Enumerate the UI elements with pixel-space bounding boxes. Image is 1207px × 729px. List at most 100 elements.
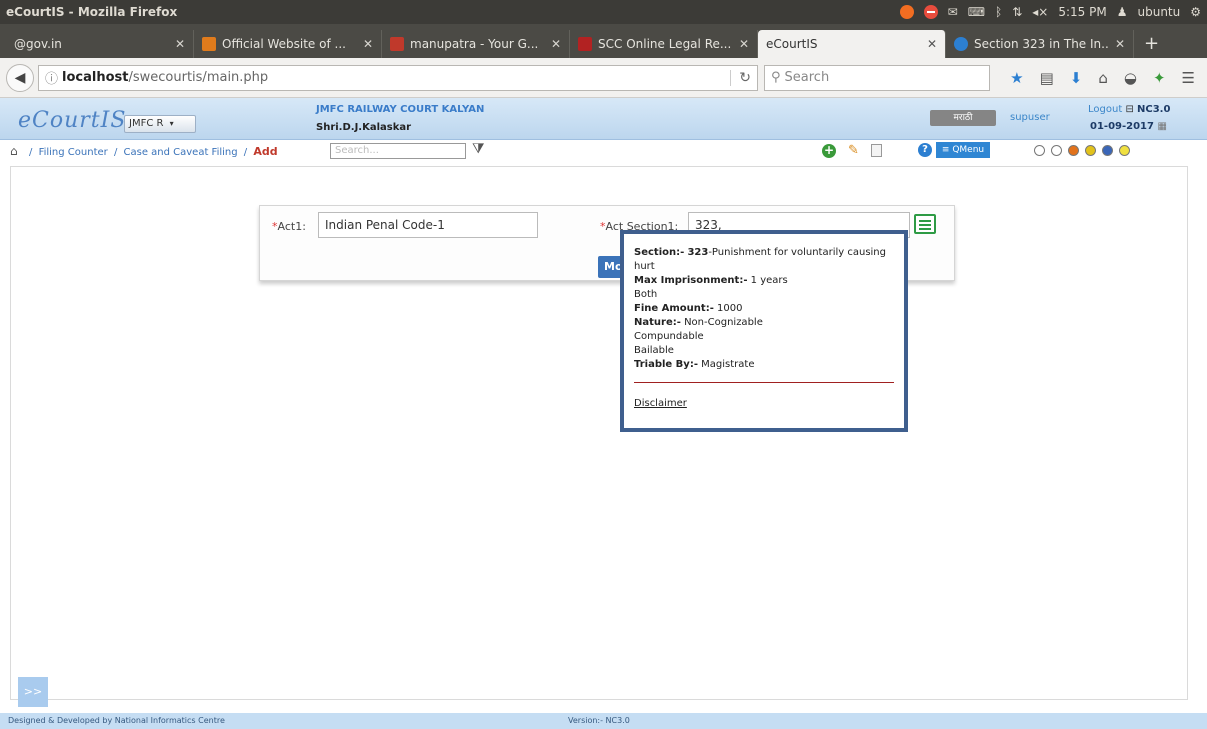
url-host: localhost [62,70,129,85]
info-icon[interactable]: ⓘ [45,68,58,87]
theme-circle-icon[interactable] [1085,145,1096,156]
document-icon[interactable] [870,144,882,157]
search-icon: ⚲ [771,70,781,85]
edit-pencil-icon[interactable]: ✎ [848,143,859,158]
close-icon[interactable]: ✕ [551,37,561,51]
action-icons: + ✎ [822,143,882,158]
site-favicon-icon [202,37,216,51]
breadcrumb: / Filing Counter / Case and Caveat Filin… [29,145,278,158]
logout-link[interactable]: Logout [1088,104,1122,115]
no-entry-icon[interactable] [923,5,938,19]
tab-strip: @gov.in ✕ Official Website of ... ✕ manu… [0,24,1207,58]
theme-circle-icon[interactable] [1102,145,1113,156]
menu-lines-icon: ≡ [941,145,950,155]
username: supuser [1010,112,1050,123]
tab-1[interactable]: Official Website of ... ✕ [194,30,382,58]
qmenu-button[interactable]: ≡ QMenu [936,142,990,158]
version-badge: NC3.0 [1137,104,1171,115]
divider [634,382,894,383]
tab-label: Official Website of ... [222,37,346,51]
theme-circle-icon[interactable] [1068,145,1079,156]
download-icon[interactable]: ⬇ [1070,69,1083,87]
keyboard-icon[interactable]: ⌨ [968,5,985,19]
sidebar-expand-button[interactable]: >> [18,677,48,707]
settings-gear-icon[interactable]: ⚙ [1190,5,1201,19]
search-placeholder: Search [784,70,830,85]
calendar-icon[interactable]: ▦ [1157,121,1166,132]
tab-5[interactable]: Section 323 in The In... ✕ [946,30,1134,58]
date-area: 01-09-2017 ▦ [1090,121,1167,132]
breadcrumb-current: Add [253,145,278,158]
close-icon[interactable]: ✕ [175,37,185,51]
url-bar[interactable]: ⓘ localhost /swecourtis/main.php ↻ [38,64,758,91]
tab-label: manupatra - Your G... [410,37,539,51]
mail-icon[interactable]: ✉ [948,5,958,19]
fine-line: Fine Amount:- 1000 [634,303,743,314]
tab-label: SCC Online Legal Re... [598,37,732,51]
site-favicon-icon [578,37,592,51]
court-name: JMFC RAILWAY COURT KALYAN [316,104,485,115]
search-bar[interactable]: ⚲ Search [764,64,990,91]
act-label: *Act1: [272,220,306,233]
both-line: Both [634,289,658,300]
court-select[interactable]: JMFC R ▾ [124,115,196,133]
tab-3[interactable]: SCC Online Legal Re... ✕ [570,30,758,58]
clock[interactable]: 5:15 PM [1058,5,1106,19]
triable-line: Triable By:- Magistrate [634,359,755,370]
close-icon[interactable]: ✕ [739,37,749,51]
close-icon[interactable]: ✕ [363,37,373,51]
footer-version: Version:- NC3.0 [568,716,630,725]
add-icon[interactable]: + [822,143,836,158]
breadcrumb-filing-counter[interactable]: Filing Counter [39,147,108,158]
hamburger-menu-icon[interactable]: ☰ [1182,69,1195,87]
disclaimer-link[interactable]: Disclaimer [634,397,894,411]
breadcrumb-toolbar: ⌂ / Filing Counter / Case and Caveat Fil… [0,140,1207,164]
current-date: 01-09-2017 [1090,121,1154,132]
reload-icon[interactable]: ↻ [730,69,751,86]
section-info-popup: Section:- 323-Punishment for voluntarily… [620,230,908,432]
app-header: eCourtIS JMFC R ▾ JMFC RAILWAY COURT KAL… [0,98,1207,140]
bluetooth-icon[interactable]: ᛒ [995,5,1002,19]
chrome-icon[interactable] [899,5,914,19]
close-icon[interactable]: ✕ [927,37,937,51]
tab-2[interactable]: manupatra - Your G... ✕ [382,30,570,58]
language-button[interactable]: मराठी [930,110,996,126]
os-top-bar: eCourtIS - Mozilla Firefox ✉ ⌨ ᛒ ⇅ ◂× 5:… [0,0,1207,24]
home-icon[interactable]: ⌂ [10,144,18,158]
theme-circle-icon[interactable] [1034,145,1045,156]
section-line: Section:- 323-Punishment for voluntarily… [634,247,886,272]
theme-circle-icon[interactable] [1119,145,1130,156]
nature-line: Nature:- Non-Cognizable [634,317,763,328]
close-icon[interactable]: ✕ [1115,37,1125,51]
library-icon[interactable]: ▤ [1040,69,1054,87]
logout-area: Logout ⊟ NC3.0 [1088,104,1170,115]
case-search-input[interactable]: Search... [330,143,466,159]
court-select-value: JMFC R [129,118,164,129]
breadcrumb-case-filing[interactable]: Case and Caveat Filing [124,147,238,158]
bookmark-star-icon[interactable]: ★ [1010,69,1023,87]
extension-icon[interactable]: ✦ [1153,69,1166,87]
tab-0[interactable]: @gov.in ✕ [6,30,194,58]
home-icon[interactable]: ⌂ [1098,69,1108,87]
navigation-bar: ◀ ⓘ localhost /swecourtis/main.php ↻ ⚲ S… [0,58,1207,98]
loading-icon [954,37,968,51]
footer: Designed & Developed by National Informa… [0,713,1207,729]
new-tab-button[interactable]: + [1134,33,1169,58]
tab-4[interactable]: eCourtIS ✕ [758,30,946,58]
tab-label: Section 323 in The In... [974,37,1109,51]
volume-icon[interactable]: ◂× [1032,5,1048,19]
act-input[interactable]: Indian Penal Code-1 [318,212,538,238]
theme-circle-icon[interactable] [1051,145,1062,156]
judge-name: Shri.D.J.Kalaskar [316,122,412,133]
logout-icon: ⊟ [1125,104,1134,115]
filter-icon[interactable]: ⧩ [472,141,485,157]
network-icon[interactable]: ⇅ [1012,5,1022,19]
back-button[interactable]: ◀ [6,63,34,92]
pocket-icon[interactable]: ◒ [1124,69,1137,87]
system-tray: ✉ ⌨ ᛒ ⇅ ◂× 5:15 PM ♟ ubuntu ⚙ [899,5,1201,19]
help-icon[interactable]: ? [918,143,932,157]
compoundable-line: Compundable [634,331,704,342]
os-user[interactable]: ubuntu [1137,5,1180,19]
list-icon[interactable] [914,214,936,234]
bailable-line: Bailable [634,345,674,356]
